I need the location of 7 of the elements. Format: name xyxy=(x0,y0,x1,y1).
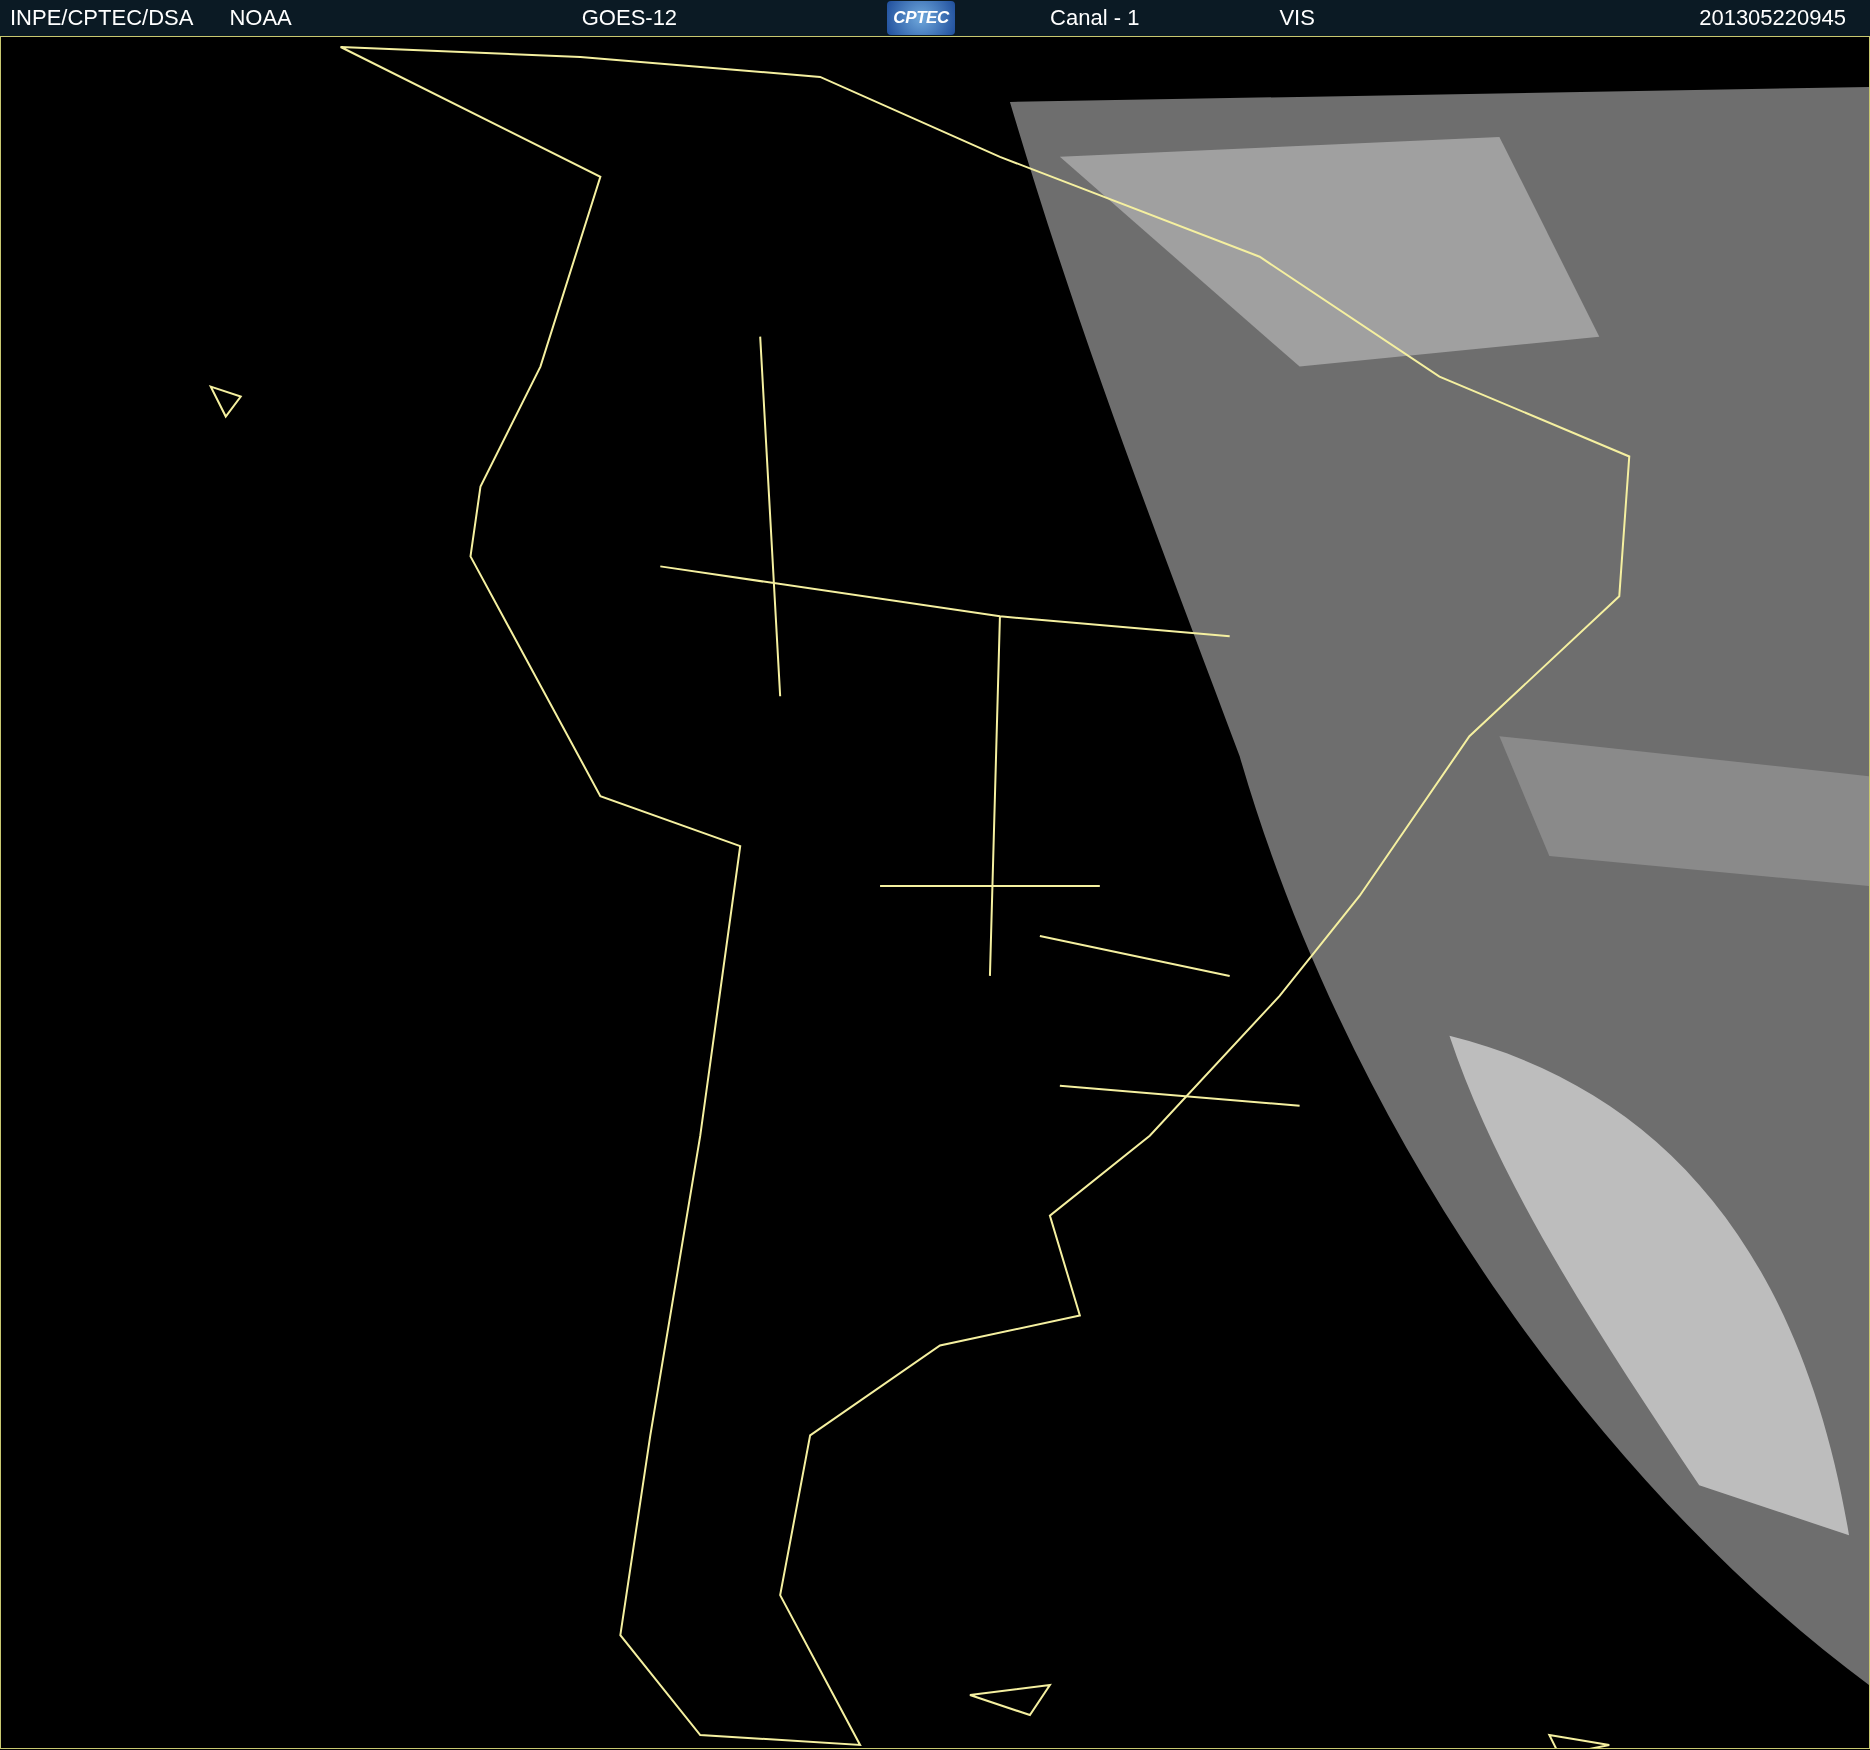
satellite-label: GOES-12 xyxy=(581,7,678,29)
source-label: NOAA xyxy=(229,7,292,29)
channel-label: Canal - 1 xyxy=(1050,7,1140,29)
logo: CPTEC xyxy=(887,1,956,35)
agency-label: INPE/CPTEC/DSA xyxy=(10,7,194,29)
timestamp-label: 201305220945 xyxy=(1699,7,1846,29)
band-label: VIS xyxy=(1279,7,1315,29)
